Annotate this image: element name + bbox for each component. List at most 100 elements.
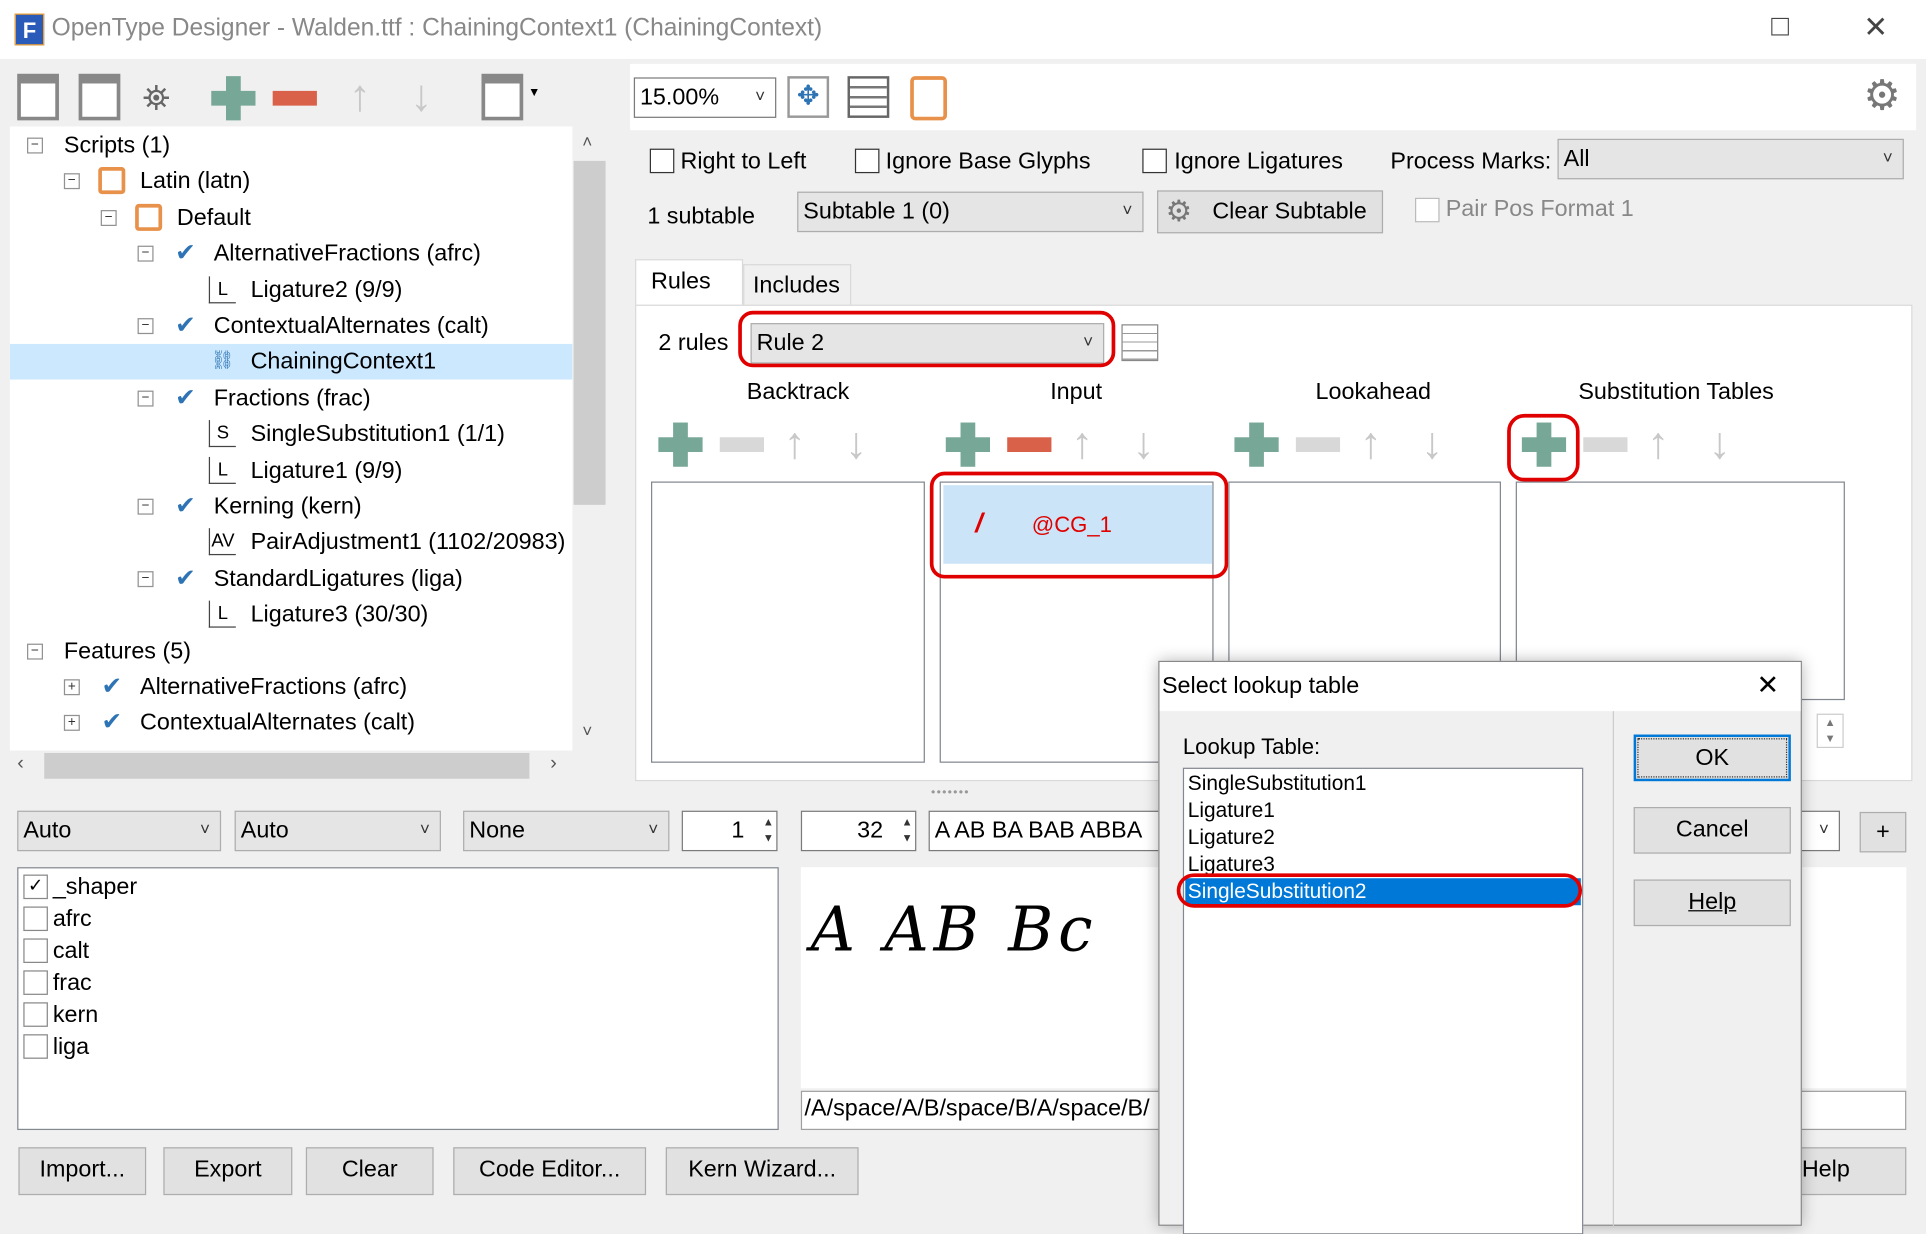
lookup-list-item[interactable]: SingleSubstitution1: [1185, 770, 1581, 797]
tree-item[interactable]: AV PairAdjustment1 (1102/20983): [10, 525, 573, 561]
tab-includes[interactable]: Includes: [743, 264, 852, 306]
backtrack-up-icon[interactable]: ↑: [784, 421, 806, 465]
lookahead-remove-icon[interactable]: [1295, 437, 1341, 453]
feature-checkbox[interactable]: [23, 970, 48, 995]
input-down-icon[interactable]: ↓: [1132, 421, 1154, 465]
grid-icon[interactable]: [847, 76, 890, 118]
tree-item[interactable]: − Features (5): [10, 633, 573, 669]
ignore-base-checkbox[interactable]: [854, 148, 880, 174]
feature-list[interactable]: ✓ _shaper afrc calt frac kern liga: [17, 867, 779, 1131]
lookup-list-item[interactable]: Ligature2: [1185, 824, 1581, 851]
add-sample-button[interactable]: +: [1859, 811, 1907, 853]
right-to-left-checkbox[interactable]: [649, 148, 675, 174]
backtrack-add-icon[interactable]: [658, 422, 703, 467]
tree-item[interactable]: − Latin (latn): [10, 164, 573, 200]
cancel-button[interactable]: Cancel: [1633, 806, 1791, 854]
collapse-icon[interactable]: −: [27, 137, 43, 154]
collapse-icon[interactable]: −: [100, 209, 117, 226]
tree-item[interactable]: − Scripts (1): [10, 128, 573, 164]
tree-item[interactable]: − ✔ StandardLigatures (liga): [10, 561, 573, 597]
collapse-icon[interactable]: −: [27, 643, 43, 660]
tree-item[interactable]: − ✔ Kerning (kern): [10, 489, 573, 525]
tree-item[interactable]: S SingleSubstitution1 (1/1): [10, 417, 573, 453]
dialog-help-button[interactable]: Help: [1633, 879, 1791, 927]
lookup-table-list[interactable]: SingleSubstitution1 Ligature1 Ligature2 Lig…: [1176, 767, 1584, 1234]
hscroll-thumb[interactable]: [44, 752, 530, 779]
kern-wizard-button[interactable]: Kern Wizard...: [665, 1147, 859, 1196]
tree-item[interactable]: ⛓ ChainingContext1: [9, 344, 573, 381]
zoom-combo[interactable]: 15.00% ˅: [633, 77, 777, 118]
backtrack-list[interactable]: [650, 481, 925, 763]
tree-item[interactable]: + ✔ AlternativeFractions (afrc): [10, 669, 573, 705]
substitution-remove-icon[interactable]: [1583, 437, 1628, 453]
tree-item[interactable]: − ✔ ContextualAlternates (calt): [10, 308, 573, 344]
tree-vscrollbar[interactable]: ˄ ˅: [573, 126, 606, 751]
dropdown-arrow-icon[interactable]: ▼: [528, 86, 540, 100]
size-spinner-2[interactable]: 32 ▲ ▼: [800, 810, 917, 852]
lookup-list-item[interactable]: Ligature1: [1185, 797, 1581, 824]
size-spinner-1[interactable]: 1 ▲ ▼: [681, 810, 778, 852]
tab-rules[interactable]: Rules: [635, 259, 744, 306]
feature-checkbox[interactable]: [23, 1002, 48, 1027]
tree-item[interactable]: L Ligature2 (9/9): [10, 272, 573, 308]
close-button[interactable]: ✕: [1863, 10, 1888, 46]
lookahead-down-icon[interactable]: ↓: [1421, 421, 1443, 465]
script-combo[interactable]: Auto ˅: [17, 810, 222, 852]
preview-lookup-icon[interactable]: [78, 73, 121, 121]
import-button[interactable]: Import...: [18, 1147, 147, 1196]
input-up-icon[interactable]: ↑: [1071, 421, 1093, 465]
language-combo[interactable]: Auto ˅: [234, 810, 441, 852]
collapse-icon[interactable]: −: [137, 318, 154, 335]
backtrack-down-icon[interactable]: ↓: [845, 421, 867, 465]
splitter-handle[interactable]: •••••••: [931, 786, 970, 800]
collapse-icon[interactable]: −: [137, 245, 154, 262]
subtable-combo[interactable]: Subtable 1 (0) ˅: [797, 191, 1144, 233]
clear-subtable-button[interactable]: ⚙ Clear Subtable: [1157, 190, 1384, 234]
add-icon[interactable]: [211, 76, 256, 121]
settings-gear-icon[interactable]: ⚙: [1863, 71, 1900, 120]
substitution-up-icon[interactable]: ↑: [1647, 421, 1669, 465]
feature-checkbox[interactable]: [23, 906, 48, 932]
import-lookup-icon[interactable]: [17, 73, 59, 121]
tree-item[interactable]: − ✔ Fractions (frac): [10, 381, 573, 417]
tree-hscrollbar[interactable]: ‹ ›: [10, 750, 573, 781]
feature-checkbox[interactable]: [23, 938, 48, 963]
spinner[interactable]: ▲ ▼: [1816, 713, 1844, 749]
find-icon[interactable]: ⛯: [142, 79, 170, 120]
collapse-icon[interactable]: −: [137, 390, 154, 407]
move-up-icon[interactable]: ↑: [349, 73, 371, 118]
feature-checkbox[interactable]: ✓: [23, 874, 48, 900]
substitution-down-icon[interactable]: ↓: [1709, 421, 1731, 465]
input-add-icon[interactable]: [945, 422, 991, 467]
expand-icon[interactable]: +: [63, 715, 80, 732]
tree-item[interactable]: − ✔ AlternativeFractions (afrc): [10, 236, 573, 272]
tree-item[interactable]: L Ligature1 (9/9): [10, 453, 573, 489]
lookahead-up-icon[interactable]: ↑: [1360, 421, 1382, 465]
lookahead-add-icon[interactable]: [1234, 422, 1279, 467]
scroll-thumb[interactable]: [573, 160, 606, 505]
expand-icon[interactable]: +: [63, 679, 80, 696]
remove-icon[interactable]: [272, 90, 317, 106]
clear-button[interactable]: Clear: [305, 1147, 434, 1196]
lookup-tree[interactable]: − Scripts (1) − Latin (latn) − Default − ✔ Alter…: [9, 126, 573, 751]
tree-item[interactable]: + ✔ ContextualAlternates (calt): [10, 706, 573, 742]
rule-table-icon[interactable]: [1121, 324, 1159, 362]
ok-button[interactable]: OK: [1633, 734, 1791, 782]
backtrack-remove-icon[interactable]: [719, 437, 765, 453]
lookup-menu-icon[interactable]: [481, 73, 524, 121]
direction-combo[interactable]: None ˅: [463, 810, 670, 852]
tree-item[interactable]: L Ligature3 (30/30): [10, 597, 573, 633]
pair-pos-checkbox[interactable]: [1415, 197, 1440, 223]
move-down-icon[interactable]: ↓: [410, 73, 432, 118]
ignore-ligatures-checkbox[interactable]: [1142, 148, 1167, 174]
code-editor-button[interactable]: Code Editor...: [453, 1147, 647, 1196]
export-button[interactable]: Export: [163, 1147, 293, 1196]
input-remove-icon[interactable]: [1007, 437, 1052, 453]
collapse-icon[interactable]: −: [137, 570, 154, 587]
process-marks-combo[interactable]: All ˅: [1557, 138, 1904, 180]
edit-icon[interactable]: [910, 76, 948, 121]
collapse-icon[interactable]: −: [137, 498, 154, 515]
tree-item[interactable]: − Default: [10, 200, 573, 236]
dialog-close-button[interactable]: ✕: [1756, 669, 1779, 701]
feature-checkbox[interactable]: [23, 1034, 48, 1059]
